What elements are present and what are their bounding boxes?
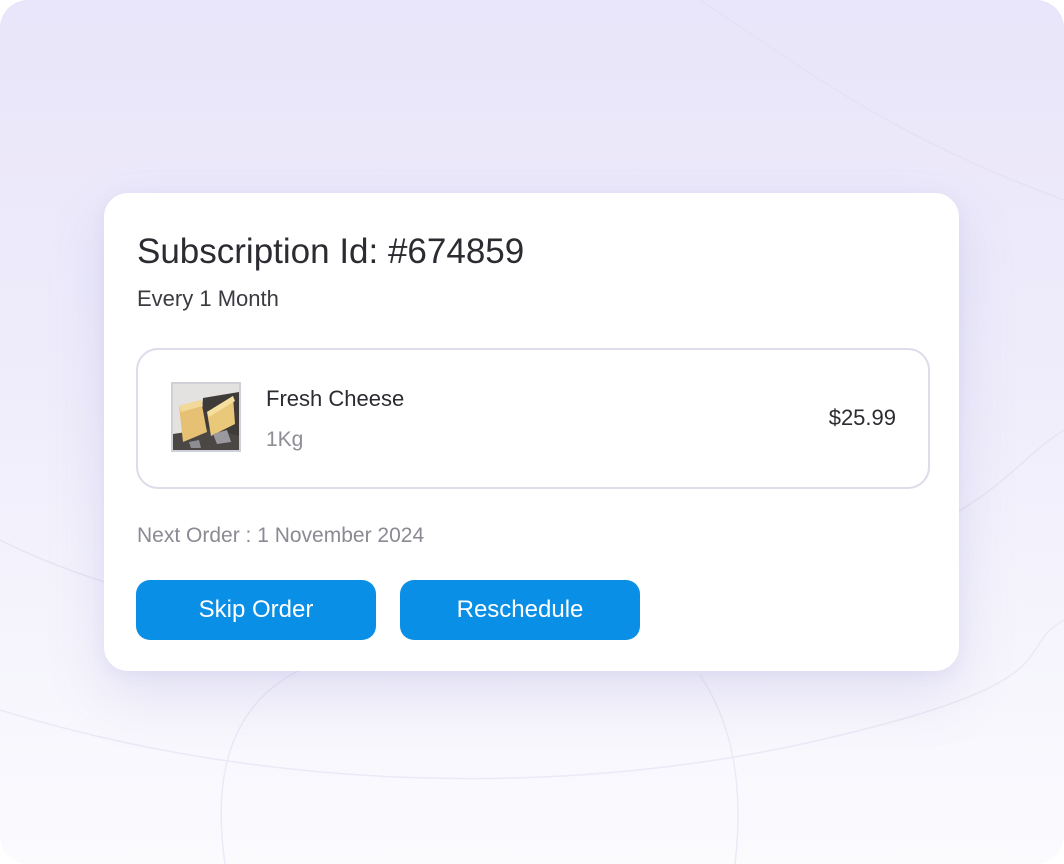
subscription-title: Subscription Id: #674859 bbox=[137, 232, 525, 271]
page-background: Subscription Id: #674859 Every 1 Month F… bbox=[0, 0, 1064, 864]
item-price: $25.99 bbox=[828, 405, 896, 430]
item-quantity: 1Kg bbox=[266, 428, 304, 451]
skip-order-button[interactable]: Skip Order bbox=[136, 580, 376, 640]
reschedule-button[interactable]: Reschedule bbox=[400, 580, 640, 640]
next-order-date: Next Order : 1 November 2024 bbox=[137, 524, 425, 547]
subscription-frequency: Every 1 Month bbox=[137, 286, 279, 311]
subscription-card: Subscription Id: #674859 Every 1 Month F… bbox=[104, 193, 959, 671]
cheese-photo bbox=[171, 382, 241, 452]
item-name: Fresh Cheese bbox=[266, 386, 405, 411]
subscription-item[interactable]: Fresh Cheese 1Kg $25.99 bbox=[136, 348, 930, 489]
